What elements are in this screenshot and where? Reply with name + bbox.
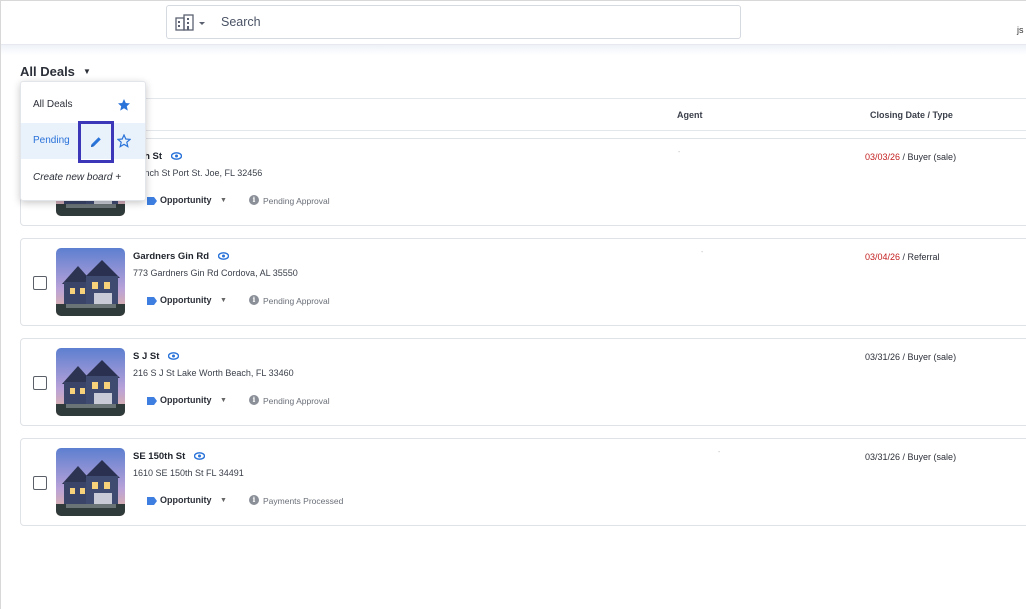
closing-date: 03/31/26 / Buyer (sale) — [865, 452, 957, 462]
star-filled-icon[interactable] — [117, 98, 131, 112]
search-placeholder: Search — [221, 15, 261, 29]
select-checkbox[interactable] — [33, 376, 47, 390]
eye-icon — [168, 352, 180, 361]
select-checkbox[interactable] — [33, 276, 47, 290]
deal-name[interactable]: SE 150th St — [133, 451, 205, 462]
tag-icon — [147, 397, 157, 405]
deal-name[interactable]: Gardners Gin Rd — [133, 251, 229, 262]
property-type-selector[interactable] — [175, 14, 209, 32]
column-header-closing[interactable]: Closing Date / Type — [870, 110, 953, 120]
status-label: Payments Processed — [263, 496, 344, 506]
property-photo — [56, 448, 125, 516]
eye-icon — [193, 452, 205, 461]
status-label: Pending Approval — [263, 396, 330, 406]
board-dropdown-menu: All Deals Pending Create new board + — [20, 81, 146, 201]
agent-placeholder: - — [701, 249, 704, 256]
building-icon — [175, 14, 205, 31]
agent-placeholder: - — [678, 149, 681, 156]
chevron-down-icon[interactable]: ▼ — [83, 67, 91, 76]
eye-icon — [170, 152, 182, 161]
tag-icon — [147, 297, 157, 305]
info-icon: i — [249, 495, 259, 505]
deal-card[interactable]: Gardners Gin Rd 773 Gardners Gin Rd Cord… — [20, 238, 1026, 326]
top-bar: Search js — [1, 1, 1026, 45]
closing-date: 03/03/26 / Buyer (sale) — [865, 152, 957, 162]
closing-date: 03/31/26 / Buyer (sale) — [865, 352, 957, 362]
closing-date: 03/04/26 / Referral — [865, 252, 940, 262]
board-option-all-deals[interactable]: All Deals — [21, 87, 145, 123]
board-selector[interactable]: All Deals — [20, 64, 75, 79]
topbar-shadow — [1, 45, 1026, 55]
stage-dropdown[interactable]: Opportunity — [160, 495, 212, 505]
user-avatar[interactable]: js — [1017, 25, 1024, 35]
deal-address: 216 S J St Lake Worth Beach, FL 33460 — [133, 368, 294, 378]
column-header-agent[interactable]: Agent — [677, 110, 703, 120]
property-photo — [56, 348, 125, 416]
board-option-label: Pending — [33, 135, 70, 146]
deal-address: 1610 SE 150th St FL 34491 — [133, 468, 244, 478]
chevron-down-icon[interactable]: ▼ — [220, 397, 227, 404]
tag-icon — [147, 197, 157, 205]
property-photo — [56, 248, 125, 316]
stage-dropdown[interactable]: Opportunity — [160, 295, 212, 305]
deal-card[interactable]: SE 150th St 1610 SE 150th St FL 34491 Op… — [20, 438, 1026, 526]
info-icon: i — [249, 395, 259, 405]
info-icon: i — [249, 295, 259, 305]
status-label: Pending Approval — [263, 196, 330, 206]
deal-name[interactable]: S J St — [133, 351, 180, 362]
edit-board-highlight — [78, 121, 114, 163]
board-option-label: All Deals — [33, 99, 73, 110]
deal-card[interactable]: S J St 216 S J St Lake Worth Beach, FL 3… — [20, 338, 1026, 426]
chevron-down-icon[interactable]: ▼ — [220, 497, 227, 504]
deal-card[interactable]: nch St Conch St Port St. Joe, FL 32456 O… — [20, 138, 1026, 226]
select-checkbox[interactable] — [33, 476, 47, 490]
deal-address: 773 Gardners Gin Rd Cordova, AL 35550 — [133, 268, 298, 278]
stage-dropdown[interactable]: Opportunity — [160, 195, 212, 205]
status-label: Pending Approval — [263, 296, 330, 306]
star-outline-icon[interactable] — [117, 134, 131, 148]
stage-dropdown[interactable]: Opportunity — [160, 395, 212, 405]
eye-icon — [217, 252, 229, 261]
create-new-board-link[interactable]: Create new board + — [33, 172, 121, 183]
info-icon: i — [249, 195, 259, 205]
app-window: Search js All Deals ▼ Agent Closing Date… — [0, 0, 1026, 609]
chevron-down-icon[interactable]: ▼ — [220, 197, 227, 204]
deal-address: Conch St Port St. Joe, FL 32456 — [133, 168, 263, 178]
tag-icon — [147, 497, 157, 505]
agent-placeholder: - — [718, 449, 721, 456]
chevron-down-icon[interactable]: ▼ — [220, 297, 227, 304]
search-input[interactable]: Search — [166, 5, 741, 39]
